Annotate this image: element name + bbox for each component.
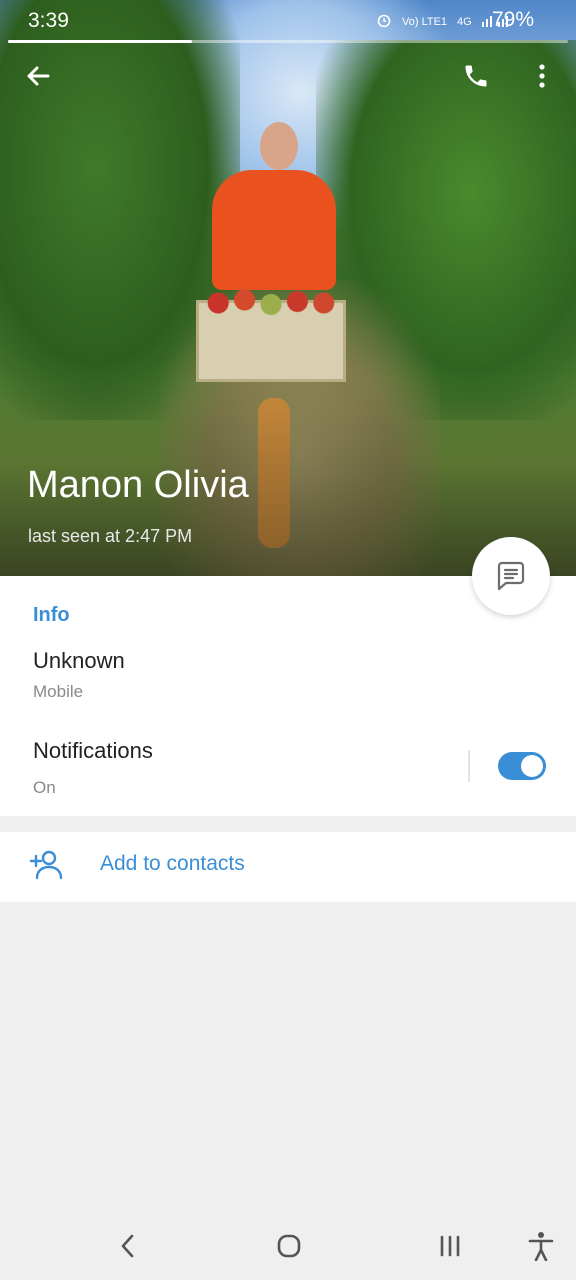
nav-home-button[interactable] [271,1228,307,1264]
chevron-left-icon [121,1234,134,1258]
photo-progress-fill [8,40,192,43]
notifications-divider [468,750,470,782]
photo-person-head [260,122,298,170]
more-vertical-icon [539,64,545,88]
toggle-knob [521,755,543,777]
status-time: 3:39 [28,9,69,32]
arrow-left-icon [27,66,50,86]
last-seen-status: last seen at 2:47 PM [28,526,193,546]
recents-icon [440,1235,460,1257]
back-button[interactable] [18,56,58,96]
notifications-state: On [33,778,56,797]
add-contact-row[interactable] [0,832,576,902]
accessibility-icon [528,1232,554,1261]
add-person-icon [28,847,64,883]
accessibility-button[interactable] [523,1228,559,1264]
photo-apples [205,288,337,318]
info-card [0,576,576,816]
contact-name: Manon Olivia [27,464,249,506]
status-network: Vo) LTE1 [402,15,448,28]
status-battery: 79% [492,8,535,31]
message-button[interactable] [472,537,550,615]
photo-progress-bar [8,40,568,43]
phone-value[interactable]: Unknown [33,648,125,674]
info-section-title: Info [33,604,70,626]
phone-label: Mobile [33,682,84,701]
home-icon [277,1234,301,1258]
alarm-icon [376,12,392,31]
status-network-type: 4G [457,15,472,28]
notifications-title[interactable]: Notifications [33,738,153,764]
add-to-contacts-button[interactable]: Add to contacts [100,852,245,876]
photo-person [212,170,336,290]
status-bar: 3:39 Vo) LTE1 4G 79% [0,0,576,44]
more-options-button[interactable] [524,56,560,96]
call-button[interactable] [456,56,496,96]
nav-recents-button[interactable] [432,1228,468,1264]
chat-bubble-icon [497,561,525,591]
nav-back-button[interactable] [110,1228,146,1264]
notifications-toggle[interactable] [498,752,546,780]
phone-icon [465,65,487,87]
